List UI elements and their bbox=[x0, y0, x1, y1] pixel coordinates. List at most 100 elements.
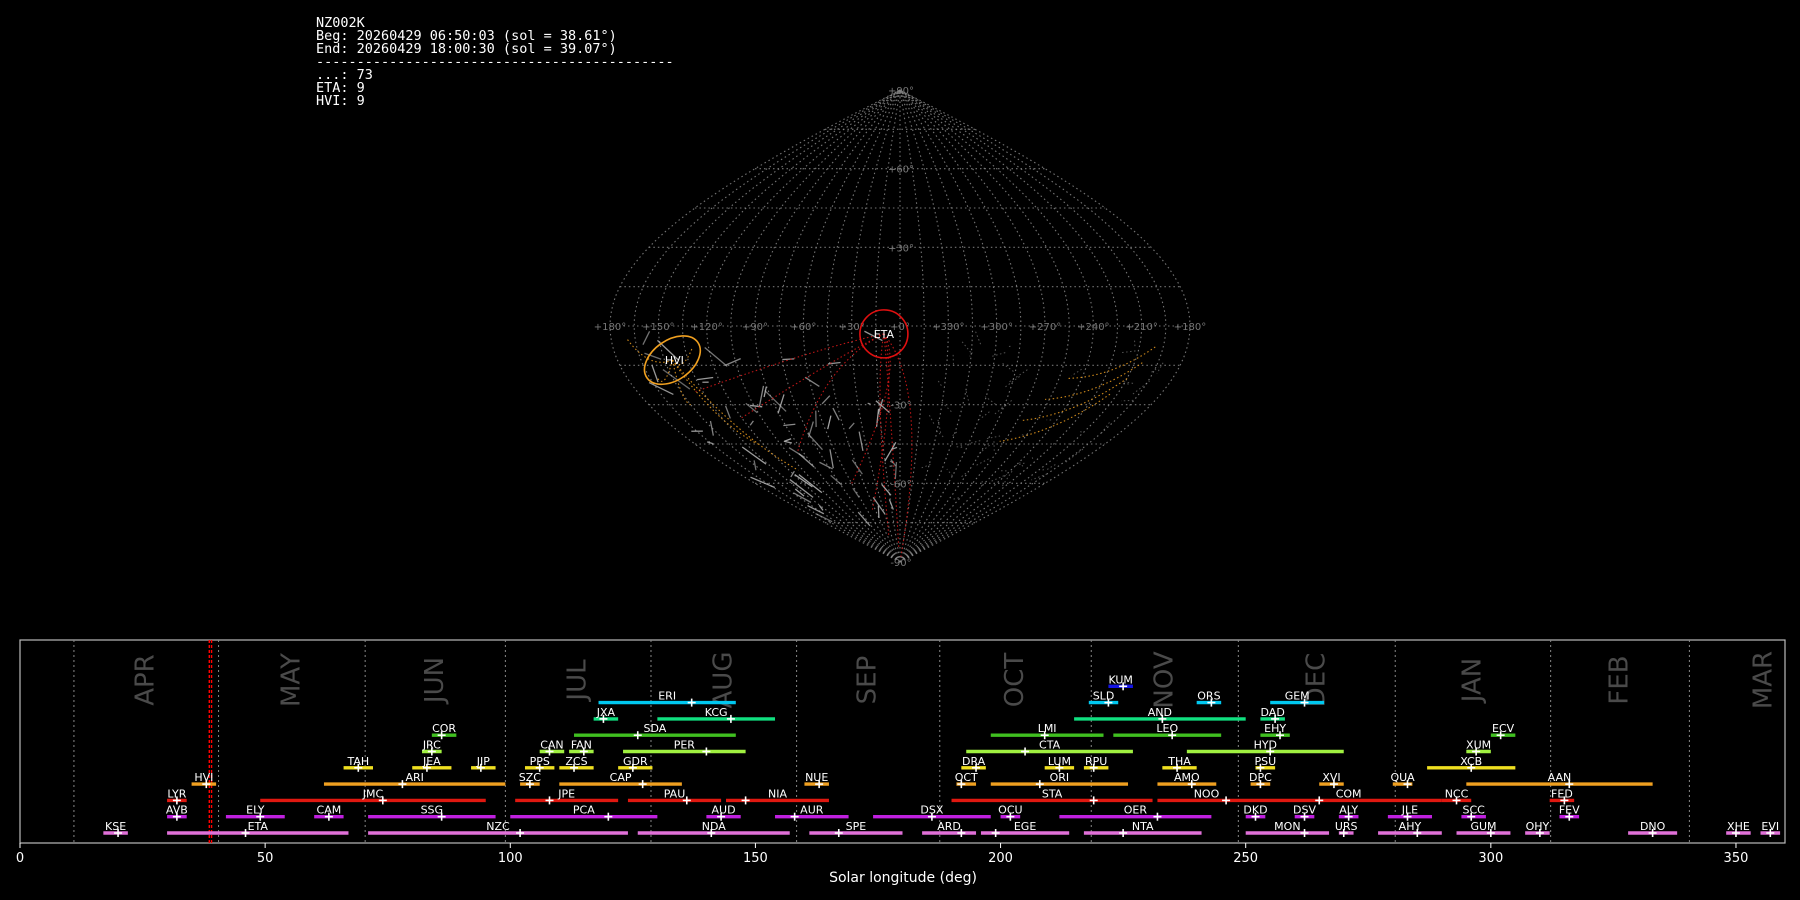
x-tick-label: 0 bbox=[16, 851, 24, 866]
shower-label: AAN bbox=[1548, 771, 1572, 784]
sporadic-track bbox=[946, 468, 953, 477]
shower-label: DRA bbox=[962, 755, 986, 768]
sporadic-track bbox=[750, 404, 763, 408]
shower-label: LYR bbox=[167, 787, 186, 800]
longitude-label: +270° bbox=[1029, 322, 1061, 333]
shower-label: GUM bbox=[1470, 820, 1496, 833]
shower-label: DPC bbox=[1249, 771, 1272, 784]
shower-label: SZC bbox=[519, 771, 542, 784]
month-label: DEC bbox=[1301, 653, 1331, 708]
sporadic-track bbox=[753, 460, 757, 471]
shower-label: EVI bbox=[1761, 820, 1779, 833]
shower-label: SLD bbox=[1093, 690, 1115, 703]
shower-label: LMI bbox=[1038, 722, 1057, 735]
hvi-arc bbox=[1022, 377, 1128, 421]
shower-label: COM bbox=[1336, 787, 1362, 800]
shower-label: SCC bbox=[1463, 804, 1486, 817]
shower-label: SSG bbox=[421, 804, 444, 817]
sporadic-track bbox=[937, 419, 942, 433]
sporadic-track bbox=[953, 496, 962, 500]
timeline-showers: KUM ERI SLD ORS GEM JXA KCG AND DAD COR SDA LMI LEO E… bbox=[103, 673, 1781, 837]
sporadic-track bbox=[832, 407, 840, 421]
shower-label: ARD bbox=[937, 820, 961, 833]
shower-label: GEM bbox=[1285, 690, 1310, 703]
shower-label: NCC bbox=[1445, 787, 1469, 800]
hvi-arc bbox=[999, 393, 1111, 442]
sporadic-track bbox=[804, 376, 820, 387]
shower-label: ALY bbox=[1339, 804, 1358, 817]
sporadic-track bbox=[724, 358, 741, 366]
x-tick-label: 250 bbox=[1233, 851, 1258, 866]
sporadic-track bbox=[1156, 362, 1164, 374]
month-label: JUL bbox=[563, 659, 593, 703]
eta-arc bbox=[883, 333, 913, 557]
shower-label: AND bbox=[1148, 706, 1172, 719]
shower-label: QUA bbox=[1390, 771, 1415, 784]
shower-label: NUE bbox=[805, 771, 828, 784]
shower-label: JRC bbox=[422, 739, 441, 752]
shower-label: ECV bbox=[1492, 722, 1515, 735]
shower-label: RPU bbox=[1085, 755, 1107, 768]
sporadic-track bbox=[1001, 404, 1007, 408]
sporadic-track bbox=[807, 432, 823, 451]
longitude-label: +240° bbox=[1077, 322, 1109, 333]
sporadic-track bbox=[1005, 374, 1022, 388]
observation-info: NZ002K Beg: 20260429 06:50:03 (sol = 38.6… bbox=[316, 16, 674, 108]
latitude-label: +90° bbox=[888, 86, 914, 97]
sporadic-track bbox=[819, 461, 833, 470]
hvi-arc bbox=[671, 359, 758, 445]
sporadic-track bbox=[724, 405, 731, 419]
sporadic-track bbox=[706, 441, 714, 445]
month-label: NOV bbox=[1149, 651, 1179, 708]
sporadic-track bbox=[852, 487, 860, 498]
shower-label: XVI bbox=[1322, 771, 1340, 784]
sporadic-track bbox=[829, 449, 834, 469]
sporadic-track bbox=[784, 438, 792, 442]
sporadic-track bbox=[857, 511, 871, 527]
longitude-label: +300° bbox=[980, 322, 1012, 333]
month-label: MAR bbox=[1749, 651, 1779, 709]
x-tick-label: 150 bbox=[743, 851, 768, 866]
shower-label: ORI bbox=[1050, 771, 1070, 784]
sporadic-track bbox=[928, 414, 936, 426]
shower-label: NDA bbox=[702, 820, 727, 833]
month-label: AUG bbox=[708, 652, 738, 709]
shower-label: EGE bbox=[1014, 820, 1036, 833]
count-sporadic: ...: 73 bbox=[316, 67, 373, 83]
shower-label: STA bbox=[1042, 787, 1063, 800]
sporadic-track bbox=[954, 445, 963, 448]
timeline-frame bbox=[19, 639, 1786, 844]
eta-arc bbox=[879, 333, 890, 536]
shower-label: XCB bbox=[1460, 755, 1482, 768]
shower-label: DSX bbox=[920, 804, 943, 817]
shower-label: JLE bbox=[1401, 804, 1418, 817]
shower-label: ZCS bbox=[565, 755, 587, 768]
sporadic-track bbox=[960, 340, 972, 353]
sporadic-track bbox=[662, 369, 691, 390]
longitude-label: +330° bbox=[932, 322, 964, 333]
shower-label: AUD bbox=[712, 804, 736, 817]
shower-label: HVI bbox=[194, 771, 213, 784]
sporadic-track bbox=[867, 402, 871, 405]
month-label: JAN bbox=[1457, 658, 1487, 704]
month-label: OCT bbox=[1000, 653, 1030, 708]
sporadic-track bbox=[985, 396, 996, 405]
month-label: APR bbox=[131, 654, 161, 706]
shower-label: JXA bbox=[596, 706, 616, 719]
month-label: SEP bbox=[853, 656, 883, 705]
sporadic-track bbox=[764, 390, 787, 412]
shower-label: URS bbox=[1335, 820, 1358, 833]
radiant-markers: ETA HVI bbox=[643, 309, 909, 386]
sporadic-track bbox=[858, 431, 864, 451]
sporadic-track bbox=[758, 385, 765, 407]
shower-label: NOO bbox=[1194, 787, 1220, 800]
latitude-label: -60° bbox=[890, 479, 911, 490]
sporadic-track bbox=[992, 351, 1007, 357]
shower-label: ETA bbox=[248, 820, 269, 833]
sporadic-track bbox=[877, 505, 880, 519]
latitude-label: +30° bbox=[888, 243, 914, 254]
shower-label: AUR bbox=[800, 804, 824, 817]
shower-label: KUM bbox=[1108, 673, 1132, 686]
sporadic-track bbox=[1015, 462, 1027, 467]
shower-label: AVB bbox=[166, 804, 188, 817]
